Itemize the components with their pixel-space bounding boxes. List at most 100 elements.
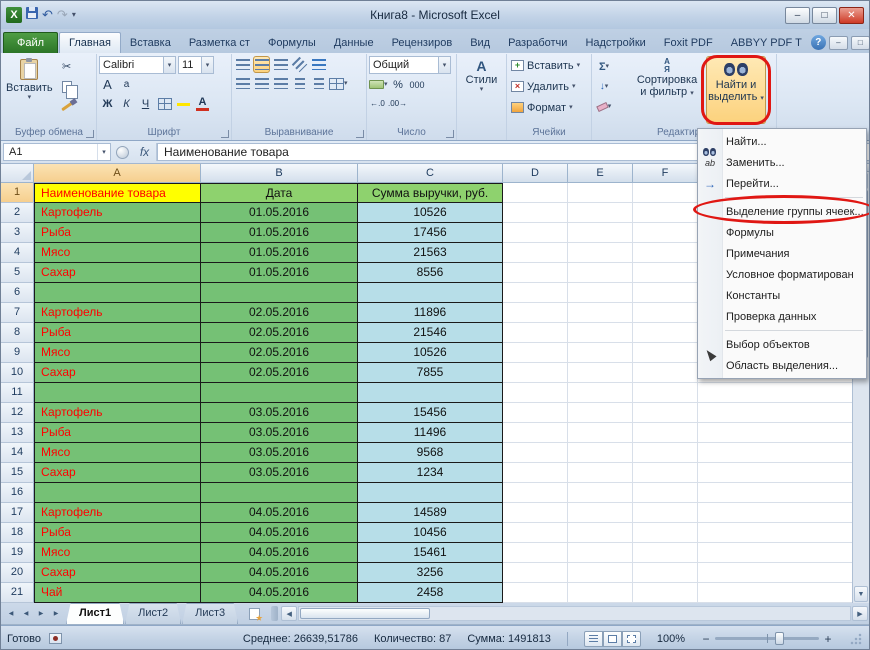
- cell-C18[interactable]: 10456: [358, 523, 503, 543]
- cell-B20[interactable]: 04.05.2016: [201, 563, 358, 583]
- cell-D20[interactable]: [503, 563, 568, 583]
- cell-C19[interactable]: 15461: [358, 543, 503, 563]
- cell-D2[interactable]: [503, 203, 568, 223]
- shrink-font-icon[interactable]: а: [118, 76, 135, 93]
- cell-A10[interactable]: Сахар: [34, 363, 201, 383]
- macro-record-icon[interactable]: [49, 633, 62, 644]
- cell-D11[interactable]: [503, 383, 568, 403]
- cell-A3[interactable]: Рыба: [34, 223, 201, 243]
- cell-E16[interactable]: [568, 483, 633, 503]
- zoom-slider[interactable]: − +: [701, 632, 833, 646]
- cell-D10[interactable]: [503, 363, 568, 383]
- cell-C8[interactable]: 21546: [358, 323, 503, 343]
- column-header-E[interactable]: E: [568, 164, 633, 183]
- cell-F1[interactable]: [633, 183, 698, 203]
- column-header-F[interactable]: F: [633, 164, 698, 183]
- cell-E15[interactable]: [568, 463, 633, 483]
- cell-E9[interactable]: [568, 343, 633, 363]
- cell-C6[interactable]: [358, 283, 503, 303]
- dialog-launcher-icon[interactable]: [356, 130, 364, 138]
- cell-B18[interactable]: 04.05.2016: [201, 523, 358, 543]
- cell-A18[interactable]: Рыба: [34, 523, 201, 543]
- cell-B14[interactable]: 03.05.2016: [201, 443, 358, 463]
- cell-A13[interactable]: Рыба: [34, 423, 201, 443]
- cell-E6[interactable]: [568, 283, 633, 303]
- tab-ABBYY PDF T[interactable]: ABBYY PDF T: [722, 33, 811, 53]
- cell-D4[interactable]: [503, 243, 568, 263]
- cell-E17[interactable]: [568, 503, 633, 523]
- increase-decimal-icon[interactable]: ←.0: [369, 95, 386, 112]
- qat-customize-icon[interactable]: ▾: [72, 7, 76, 23]
- tab-Вставка[interactable]: Вставка: [121, 33, 180, 53]
- fill-color-icon[interactable]: [175, 95, 192, 112]
- cell-F16[interactable]: [633, 483, 698, 503]
- cell-F18[interactable]: [633, 523, 698, 543]
- cell-D8[interactable]: [503, 323, 568, 343]
- menu-item[interactable]: Выделение группы ячеек...: [698, 201, 866, 222]
- undo-icon[interactable]: ↶: [42, 7, 53, 23]
- wrap-text-icon[interactable]: [310, 56, 327, 73]
- cell-E20[interactable]: [568, 563, 633, 583]
- cell-D7[interactable]: [503, 303, 568, 323]
- tab-Данные[interactable]: Данные: [325, 33, 383, 53]
- cell-B17[interactable]: 04.05.2016: [201, 503, 358, 523]
- cell-A8[interactable]: Рыба: [34, 323, 201, 343]
- cell-C1[interactable]: Сумма выручки, руб.: [358, 183, 503, 203]
- cell-B7[interactable]: 02.05.2016: [201, 303, 358, 323]
- sort-filter-button[interactable]: АЯ Сортировка и фильтр ▾: [630, 56, 704, 124]
- cell-A12[interactable]: Картофель: [34, 403, 201, 423]
- row-header-3[interactable]: 3: [1, 223, 34, 243]
- grow-font-icon[interactable]: А: [99, 76, 116, 93]
- row-header-12[interactable]: 12: [1, 403, 34, 423]
- cell-D13[interactable]: [503, 423, 568, 443]
- cell-E14[interactable]: [568, 443, 633, 463]
- select-all-corner[interactable]: [1, 164, 34, 183]
- cell-A9[interactable]: Мясо: [34, 343, 201, 363]
- row-header-6[interactable]: 6: [1, 283, 34, 303]
- comma-format-icon[interactable]: 000: [409, 76, 426, 93]
- format-cells-button[interactable]: Формат▾: [509, 98, 589, 117]
- percent-format-icon[interactable]: %: [390, 76, 407, 93]
- close-button[interactable]: ✕: [839, 7, 864, 24]
- zoom-level[interactable]: 100%: [657, 633, 685, 645]
- cell-D9[interactable]: [503, 343, 568, 363]
- sheet-tab-Лист2[interactable]: Лист2: [125, 603, 181, 624]
- tab-Foxit PDF[interactable]: Foxit PDF: [655, 33, 722, 53]
- row-header-14[interactable]: 14: [1, 443, 34, 463]
- column-header-D[interactable]: D: [503, 164, 568, 183]
- menu-item[interactable]: Область выделения...: [698, 355, 866, 376]
- align-middle-icon[interactable]: [253, 56, 270, 73]
- cell-A11[interactable]: [34, 383, 201, 403]
- cell-B3[interactable]: 01.05.2016: [201, 223, 358, 243]
- menu-item[interactable]: abЗаменить...: [698, 152, 866, 173]
- align-bottom-icon[interactable]: [272, 56, 289, 73]
- cell-F6[interactable]: [633, 283, 698, 303]
- resize-grip[interactable]: [849, 632, 863, 646]
- cell-C4[interactable]: 21563: [358, 243, 503, 263]
- font-name-combo[interactable]: Calibri▾: [99, 56, 176, 74]
- cell-D12[interactable]: [503, 403, 568, 423]
- cell-F13[interactable]: [633, 423, 698, 443]
- cell-D18[interactable]: [503, 523, 568, 543]
- dialog-launcher-icon[interactable]: [86, 130, 94, 138]
- number-format-combo[interactable]: Общий▾: [369, 56, 451, 74]
- tab-Разработчи[interactable]: Разработчи: [499, 33, 576, 53]
- page-layout-view-icon[interactable]: [603, 631, 622, 647]
- cell-A1[interactable]: Наименование товара: [34, 183, 201, 203]
- horizontal-scrollbar[interactable]: ◀ ▶: [280, 603, 869, 624]
- cell-B13[interactable]: 03.05.2016: [201, 423, 358, 443]
- format-painter-icon[interactable]: [57, 98, 77, 115]
- cell-E21[interactable]: [568, 583, 633, 603]
- cell-E19[interactable]: [568, 543, 633, 563]
- clear-icon[interactable]: ▾: [594, 98, 614, 115]
- cell-D16[interactable]: [503, 483, 568, 503]
- row-header-17[interactable]: 17: [1, 503, 34, 523]
- help-icon[interactable]: ?: [811, 35, 826, 50]
- cell-F14[interactable]: [633, 443, 698, 463]
- zoom-thumb[interactable]: [775, 632, 784, 645]
- row-header-13[interactable]: 13: [1, 423, 34, 443]
- row-header-15[interactable]: 15: [1, 463, 34, 483]
- cell-C17[interactable]: 14589: [358, 503, 503, 523]
- zoom-in-icon[interactable]: +: [823, 632, 833, 646]
- name-box[interactable]: A1 ▾: [3, 143, 111, 161]
